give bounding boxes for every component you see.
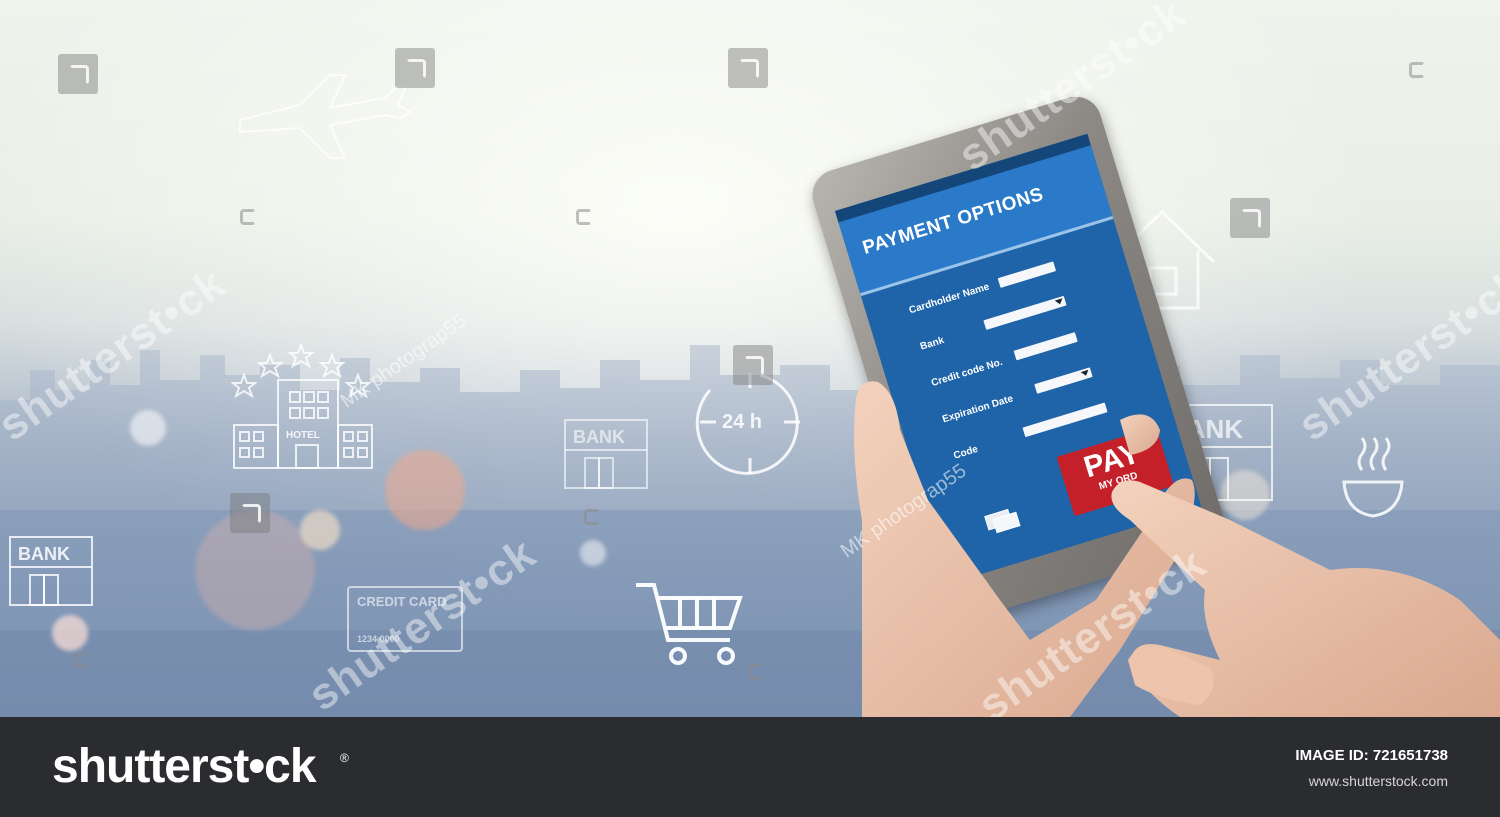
credit-code-field[interactable] (1013, 332, 1078, 361)
watermark-stamp-icon (1398, 640, 1438, 680)
chevron-down-icon (1080, 369, 1090, 377)
watermark-stamp-icon (230, 493, 270, 533)
stock-photo: HOTEL BANK BANK BANK 24 h CREDIT CARD 12… (0, 0, 1500, 717)
code-label: Code (952, 443, 980, 462)
cardholder-name-field[interactable] (997, 261, 1057, 288)
watermark-stamp-icon (58, 54, 98, 94)
watermark-stamp-icon (733, 345, 773, 385)
image-id: IMAGE ID: 721651738 (1295, 747, 1448, 764)
site-url: www.shutterstock.com (1308, 773, 1448, 789)
airplane-icon (239, 74, 412, 159)
bank-label: BANK (573, 427, 625, 447)
bowl-icon (1342, 437, 1404, 518)
expiration-date-label: Expiration Date (941, 393, 1015, 426)
cardholder-name-label: Cardholder Name (907, 281, 991, 317)
hotel-label: HOTEL (286, 430, 320, 441)
watermark-small-icon (572, 205, 594, 227)
credit-code-label: Credit code No. (930, 356, 1004, 390)
expiration-date-dropdown[interactable] (1034, 367, 1093, 394)
cart-icon (636, 583, 743, 665)
registered-mark: ® (340, 751, 349, 765)
bank-label: BANK (18, 544, 70, 564)
cards-icon (984, 508, 1021, 534)
watermark-stamp-icon (1230, 198, 1270, 238)
watermark-stamp-icon (395, 48, 435, 88)
watermark-small-icon (1405, 58, 1427, 80)
chevron-down-icon (1054, 298, 1064, 306)
watermark-small-icon (745, 660, 767, 682)
watermark-small-icon (70, 648, 92, 670)
bank-dropdown[interactable] (983, 295, 1067, 330)
bank-label: Bank (918, 335, 946, 353)
stock-footer: shutterst•ck ® IMAGE ID: 721651738 www.s… (0, 717, 1500, 817)
pay-my-order-button[interactable]: PAY MY ORD (1056, 426, 1175, 517)
watermark-small-icon (236, 205, 258, 227)
shutterstock-logo: shutterst•ck (52, 740, 317, 793)
code-field[interactable] (1022, 402, 1108, 438)
clock-label: 24 h (722, 411, 762, 433)
watermark-stamp-icon (728, 48, 768, 88)
watermark-small-icon (580, 505, 602, 527)
